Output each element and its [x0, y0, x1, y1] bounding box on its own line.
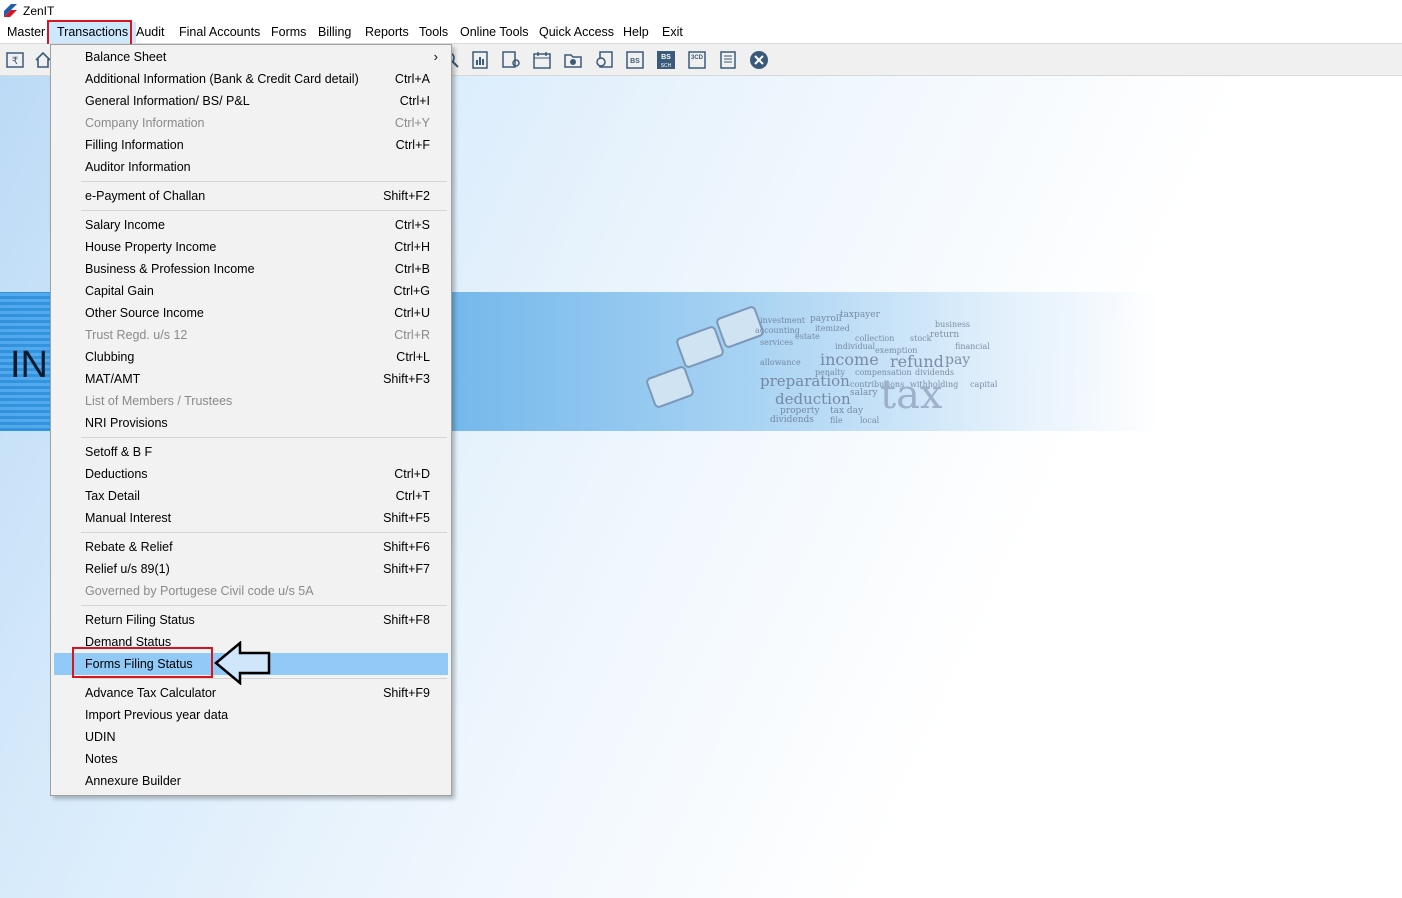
menu-quick-access[interactable]: Quick Access — [539, 25, 614, 39]
forms-filing-status-annotation-box — [72, 647, 213, 678]
form-icon[interactable] — [718, 50, 738, 70]
svg-text:3CD: 3CD — [691, 55, 704, 61]
svg-text:SCH: SCH — [661, 63, 672, 69]
report-icon[interactable] — [470, 50, 490, 70]
svg-text:₹: ₹ — [12, 56, 18, 67]
menu-item-manual-interest[interactable]: Manual Interest Shift+F5 — [54, 507, 448, 529]
svg-text:BS: BS — [630, 58, 640, 65]
menu-item-advance-tax-calculator[interactable]: Advance Tax Calculator Shift+F9 — [54, 682, 448, 704]
menu-help[interactable]: Help — [623, 25, 649, 39]
menu-item-import-previous-year-data[interactable]: Import Previous year data — [54, 704, 448, 726]
menu-item-general-information[interactable]: General Information/ BS/ P&L Ctrl+I — [54, 90, 448, 112]
menu-separator — [81, 210, 447, 211]
menu-item-notes[interactable]: Notes — [54, 748, 448, 770]
challan-icon[interactable]: ₹ — [5, 50, 25, 70]
svg-text:BS: BS — [661, 54, 671, 61]
transactions-annotation-box — [47, 20, 132, 46]
menu-item-business-profession-income[interactable]: Business & Profession Income Ctrl+B — [54, 258, 448, 280]
menu-item-setoff-bf[interactable]: Setoff & B F — [54, 441, 448, 463]
menu-separator — [81, 437, 447, 438]
menu-item-salary-income[interactable]: Salary Income Ctrl+S — [54, 214, 448, 236]
3cd-icon[interactable]: 3CD — [687, 50, 707, 70]
calculator-keys-image — [646, 306, 764, 408]
menu-item-annexure-builder[interactable]: Annexure Builder — [54, 770, 448, 792]
menu-online-tools[interactable]: Online Tools — [460, 25, 529, 39]
menu-audit[interactable]: Audit — [136, 25, 165, 39]
chevron-right-icon: › — [433, 49, 438, 64]
menu-item-filling-information[interactable]: Filling Information Ctrl+F — [54, 134, 448, 156]
window-title: ZenIT — [23, 4, 55, 18]
close-icon[interactable] — [749, 50, 769, 70]
title-bar: ZenIT — [0, 0, 1402, 22]
menu-item-return-filing-status[interactable]: Return Filing Status Shift+F8 — [54, 609, 448, 631]
calendar-icon[interactable] — [532, 50, 552, 70]
menu-item-additional-information[interactable]: Additional Information (Bank & Credit Ca… — [54, 68, 448, 90]
menu-item-balance-sheet[interactable]: Balance Sheet › — [54, 46, 448, 68]
menu-item-nri-provisions[interactable]: NRI Provisions — [54, 412, 448, 434]
search-doc-icon[interactable] — [594, 50, 614, 70]
menu-item-auditor-information[interactable]: Auditor Information — [54, 156, 448, 178]
menu-tools[interactable]: Tools — [419, 25, 448, 39]
menu-billing[interactable]: Billing — [318, 25, 351, 39]
menu-separator — [81, 532, 447, 533]
menu-item-house-property-income[interactable]: House Property Income Ctrl+H — [54, 236, 448, 258]
menu-item-e-payment-of-challan[interactable]: e-Payment of Challan Shift+F2 — [54, 185, 448, 207]
menu-item-trust-regd: Trust Regd. u/s 12 Ctrl+R — [85, 328, 430, 342]
tax-word-cloud: taxpayer payroll itemized investment acc… — [755, 310, 998, 425]
user-doc-icon[interactable] — [501, 50, 521, 70]
menu-separator — [81, 605, 447, 606]
menu-item-udin[interactable]: UDIN — [54, 726, 448, 748]
menu-item-tax-detail[interactable]: Tax Detail Ctrl+T — [54, 485, 448, 507]
menu-forms[interactable]: Forms — [271, 25, 306, 39]
menu-item-rebate-relief[interactable]: Rebate & Relief Shift+F6 — [54, 536, 448, 558]
pointer-arrow-icon — [214, 641, 271, 685]
menu-reports[interactable]: Reports — [365, 25, 409, 39]
folder-add-icon[interactable] — [563, 50, 583, 70]
app-logo-icon — [4, 4, 17, 17]
menu-item-relief-89[interactable]: Relief u/s 89(1) Shift+F7 — [54, 558, 448, 580]
menu-item-list-of-members: List of Members / Trustees — [85, 394, 233, 408]
menu-item-company-information: Company Information Ctrl+Y — [85, 116, 430, 130]
menu-separator — [81, 181, 447, 182]
menu-item-clubbing[interactable]: Clubbing Ctrl+L — [54, 346, 448, 368]
menu-bar: Master Transactions Audit Final Accounts… — [0, 22, 1402, 44]
menu-item-governed-portugese-civil-code: Governed by Portugese Civil code u/s 5A — [85, 584, 314, 598]
menu-item-other-source-income[interactable]: Other Source Income Ctrl+U — [54, 302, 448, 324]
menu-master[interactable]: Master — [7, 25, 45, 39]
menu-item-mat-amt[interactable]: MAT/AMT Shift+F3 — [54, 368, 448, 390]
bs-sch-icon[interactable]: BS SCH — [656, 50, 676, 70]
menu-final-accounts[interactable]: Final Accounts — [179, 25, 260, 39]
menu-item-capital-gain[interactable]: Capital Gain Ctrl+G — [54, 280, 448, 302]
menu-item-deductions[interactable]: Deductions Ctrl+D — [54, 463, 448, 485]
bs-icon[interactable]: BS — [625, 50, 645, 70]
menu-exit[interactable]: Exit — [662, 25, 683, 39]
